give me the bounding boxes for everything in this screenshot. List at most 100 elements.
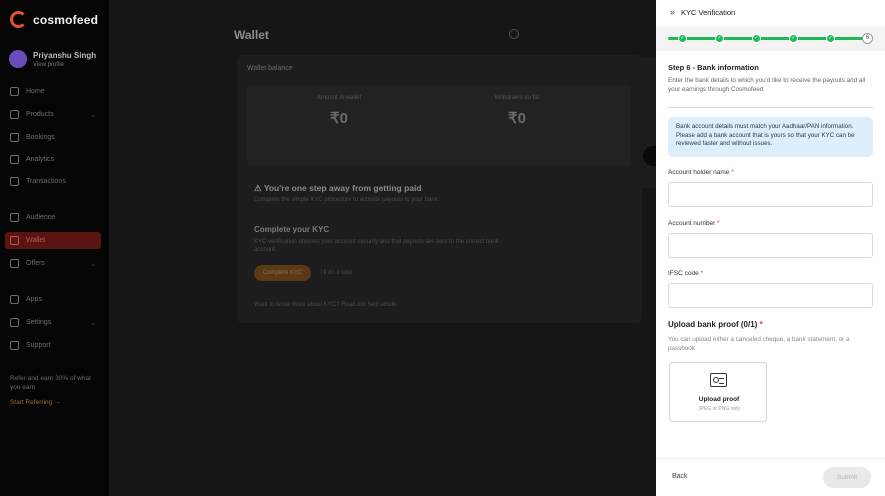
later-link[interactable]: I'll do it later <box>321 270 353 276</box>
step-title: Step 6 - Bank information <box>668 63 759 72</box>
balance-box: Amount in wallet ₹0 Withdrawn so far ₹0 <box>247 85 632 165</box>
ifsc-input[interactable] <box>668 283 873 308</box>
profile-name: Priyanshu Singh <box>33 50 97 60</box>
logo-text: cosmofeed <box>33 12 99 27</box>
balance-left-label: Amount in wallet <box>316 95 362 101</box>
wallet-card-label: Wallet balance <box>247 65 293 72</box>
step-current: 6 <box>862 33 873 44</box>
drawer-title: KYC Verification <box>681 7 736 17</box>
sidebar-item-transactions[interactable]: Transactions <box>10 173 102 190</box>
info-notice: Bank account details must match your Aad… <box>668 117 873 157</box>
footer-divider <box>656 458 885 459</box>
home-icon <box>10 87 19 96</box>
logo[interactable]: cosmofeed <box>10 11 98 28</box>
sidebar-item-support[interactable]: Support <box>10 337 102 354</box>
step-5-done: ✓ <box>826 34 835 43</box>
step-1-done: ✓ <box>678 34 687 43</box>
back-button[interactable]: Back <box>672 473 688 480</box>
sidebar-item-label: Settings <box>26 319 52 326</box>
sidebar-item-audience[interactable]: Audience <box>10 209 102 226</box>
products-icon <box>10 110 19 119</box>
logo-icon <box>10 11 27 28</box>
field-label-text: IFSC code <box>668 270 699 277</box>
settings-icon <box>10 318 19 327</box>
upload-hint: JPEG or PNG only <box>698 406 740 412</box>
account-holder-input[interactable] <box>668 182 873 207</box>
progress-stepper: ✓ ✓ ✓ ✓ ✓ 6 <box>656 26 885 51</box>
sidebar-item-label: Home <box>26 88 45 95</box>
avatar <box>9 50 27 68</box>
sidebar-item-label: Transactions <box>26 178 66 185</box>
chevron-down-icon: ⌄ <box>90 260 96 268</box>
account-number-input[interactable] <box>668 233 873 258</box>
main-content: Wallet Wallet balance Amount in wallet ₹… <box>109 0 656 496</box>
sidebar-item-wallet[interactable]: Wallet <box>5 232 101 249</box>
ifsc-label: IFSC code * <box>668 270 703 277</box>
step-3-done: ✓ <box>752 34 761 43</box>
audience-icon <box>10 213 19 222</box>
required-marker: * <box>700 270 704 277</box>
balance-left: Amount in wallet ₹0 <box>259 95 419 127</box>
account-number-label: Account number * <box>668 220 720 227</box>
analytics-icon <box>10 155 19 164</box>
stepper-line <box>668 37 868 40</box>
referral-promo: Refer and earn 30% of what you earn Star… <box>10 374 102 407</box>
sidebar-item-label: Wallet <box>26 237 46 244</box>
kyc-sub: KYC verification ensures your account se… <box>254 239 499 253</box>
step-4-done: ✓ <box>789 34 798 43</box>
sidebar-item-products[interactable]: Products ⌄ <box>10 106 102 123</box>
field-label-text: Account holder name <box>668 169 730 176</box>
sidebar-item-home[interactable]: Home <box>10 83 102 100</box>
wallet-icon <box>10 236 19 245</box>
sidebar-item-bookings[interactable]: Bookings <box>10 129 102 146</box>
upload-label: Upload proof <box>698 396 740 403</box>
sidebar-item-analytics[interactable]: Analytics <box>10 151 102 168</box>
side-panel-button[interactable] <box>643 146 656 166</box>
sidebar-item-label: Bookings <box>26 134 55 141</box>
complete-kyc-button[interactable]: Complete KYC <box>254 265 311 281</box>
sidebar-item-label: Audience <box>26 214 56 221</box>
gear-icon[interactable] <box>509 29 519 39</box>
chevron-down-icon: ⌄ <box>90 319 96 327</box>
double-chevron-right-icon[interactable]: » <box>670 7 675 17</box>
chevron-down-icon: ⌄ <box>90 111 96 119</box>
profile-sub: View profile <box>33 61 64 68</box>
kyc-warning-sub: Complete the simple KYC procedure to act… <box>254 197 440 203</box>
id-card-icon <box>710 373 727 387</box>
balance-right: Withdrawn so far ₹0 <box>437 95 597 127</box>
sidebar-item-label: Products <box>26 111 54 118</box>
required-marker: * <box>731 169 734 176</box>
balance-right-value: ₹0 <box>508 110 526 127</box>
side-panel-sliver <box>631 58 656 188</box>
sidebar-item-apps[interactable]: Apps <box>10 291 102 308</box>
step-description: Enter the bank details to which you'd li… <box>668 77 866 93</box>
upload-title-text: Upload bank proof (0/1) <box>668 320 758 329</box>
support-icon <box>10 341 19 350</box>
offers-icon <box>10 259 19 268</box>
page-title: Wallet <box>234 28 269 42</box>
field-label-text: Account number <box>668 220 716 227</box>
drawer-header: » KYC Verification <box>656 0 885 24</box>
required-marker: * <box>759 320 763 329</box>
kyc-warning: ⚠ You're one step away from getting paid <box>254 183 422 193</box>
step-2-done: ✓ <box>715 34 724 43</box>
sidebar-item-settings[interactable]: Settings ⌄ <box>10 314 102 331</box>
sidebar-item-label: Apps <box>26 296 42 303</box>
kyc-footer[interactable]: Want to know more about KYC? Read our he… <box>254 302 398 308</box>
upload-proof-button[interactable]: Upload proof JPEG or PNG only <box>669 362 767 422</box>
profile[interactable]: Priyanshu Singh View profile <box>9 50 96 68</box>
sidebar-item-label: Offers <box>26 260 45 267</box>
divider <box>668 107 873 108</box>
submit-button[interactable]: Submit <box>823 467 871 488</box>
apps-icon <box>10 295 19 304</box>
app-root: cosmofeed Priyanshu Singh View profile H… <box>0 0 885 496</box>
promo-text: Refer and earn 30% of what you earn <box>10 375 91 391</box>
account-holder-label: Account holder name * <box>668 169 734 176</box>
wallet-card: Wallet balance Amount in wallet ₹0 Withd… <box>237 55 642 323</box>
kyc-title: Complete your KYC <box>254 225 330 234</box>
sidebar-item-offers[interactable]: Offers ⌄ <box>10 255 102 272</box>
upload-description: You can upload either a canceled cheque,… <box>668 336 850 352</box>
promo-link[interactable]: Start Referring → <box>10 398 102 407</box>
bookings-icon <box>10 133 19 142</box>
required-marker: * <box>717 220 720 227</box>
